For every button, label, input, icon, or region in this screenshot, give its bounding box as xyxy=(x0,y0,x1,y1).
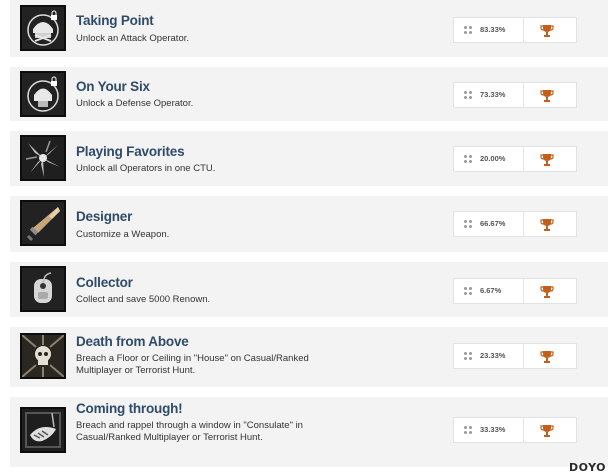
trophy-icon xyxy=(540,286,554,298)
unlock-percentage: 66.67% xyxy=(480,219,506,228)
achievement-title: Coming through! xyxy=(76,401,183,416)
achievement-row: Coming through! Breach and rappel throug… xyxy=(10,397,608,467)
achievement-title: Playing Favorites xyxy=(76,144,185,159)
achievement-description: Breach and rappel through a window in "C… xyxy=(76,420,303,443)
players-icon xyxy=(464,155,472,163)
stat-divider xyxy=(523,147,524,171)
trophy-icon xyxy=(540,90,554,102)
achievement-title: Collector xyxy=(76,275,133,290)
unlock-percentage: 23.33% xyxy=(480,351,506,360)
unlock-percentage: 20.00% xyxy=(480,154,506,163)
achievement-title: Designer xyxy=(76,209,133,224)
achievement-description: Unlock a Defense Operator. xyxy=(76,98,194,109)
trophy-icon xyxy=(540,25,554,37)
achievement-row: Designer Customize a Weapon. 66.67% xyxy=(10,196,608,252)
trophy-icon xyxy=(540,154,554,166)
players-icon xyxy=(464,26,472,34)
achievement-row: Playing Favorites Unlock all Operators i… xyxy=(10,131,608,186)
rappel-window-icon xyxy=(20,407,66,453)
unlock-stat-box[interactable]: 66.67% xyxy=(453,211,577,237)
shattered-emblem-icon xyxy=(20,135,66,181)
achievement-row: Collector Collect and save 5000 Renown. … xyxy=(10,262,608,317)
achievement-description: Customize a Weapon. xyxy=(76,229,170,240)
trophy-icon xyxy=(540,219,554,231)
unlock-stat-box[interactable]: 23.33% xyxy=(453,343,577,369)
players-icon xyxy=(464,91,472,99)
trophy-icon xyxy=(540,425,554,437)
stat-divider xyxy=(523,212,524,236)
unlock-percentage: 83.33% xyxy=(480,25,506,34)
operator-helmet-lock-icon xyxy=(20,5,66,51)
unlock-percentage: 73.33% xyxy=(480,90,506,99)
unlock-stat-box[interactable]: 6.67% xyxy=(453,278,577,304)
weapon-blade-icon xyxy=(20,200,66,246)
unlock-stat-box[interactable]: 20.00% xyxy=(453,146,577,172)
achievement-title: Death from Above xyxy=(76,334,189,349)
skull-breach-icon xyxy=(20,333,66,379)
unlock-percentage: 33.33% xyxy=(480,425,506,434)
unlock-stat-box[interactable]: 73.33% xyxy=(453,82,577,108)
stat-divider xyxy=(523,418,524,442)
players-icon xyxy=(464,287,472,295)
operator-helmet-lock-icon xyxy=(20,71,66,117)
unlock-stat-box[interactable]: 83.33% xyxy=(453,17,577,43)
stat-divider xyxy=(523,344,524,368)
players-icon xyxy=(464,220,472,228)
achievement-title: Taking Point xyxy=(76,13,154,28)
trophy-icon xyxy=(540,351,554,363)
unlock-stat-box[interactable]: 33.33% xyxy=(453,417,577,443)
achievement-description: Unlock an Attack Operator. xyxy=(76,33,190,44)
achievement-title: On Your Six xyxy=(76,79,150,94)
achievement-description: Unlock all Operators in one CTU. xyxy=(76,163,216,174)
achievement-row: Taking Point Unlock an Attack Operator. … xyxy=(10,0,608,57)
unlock-percentage: 6.67% xyxy=(480,286,502,295)
stat-divider xyxy=(523,279,524,303)
renown-tag-icon xyxy=(20,266,66,312)
stat-divider xyxy=(523,18,524,42)
stat-divider xyxy=(523,83,524,107)
players-icon xyxy=(464,426,472,434)
watermark-logo: DOYO xyxy=(568,461,606,474)
achievement-row: Death from Above Breach a Floor or Ceili… xyxy=(10,327,608,387)
achievement-row: On Your Six Unlock a Defense Operator. 7… xyxy=(10,67,608,121)
achievement-description: Collect and save 5000 Renown. xyxy=(76,294,211,305)
achievement-description: Breach a Floor or Ceiling in "House" on … xyxy=(76,353,309,376)
players-icon xyxy=(464,352,472,360)
